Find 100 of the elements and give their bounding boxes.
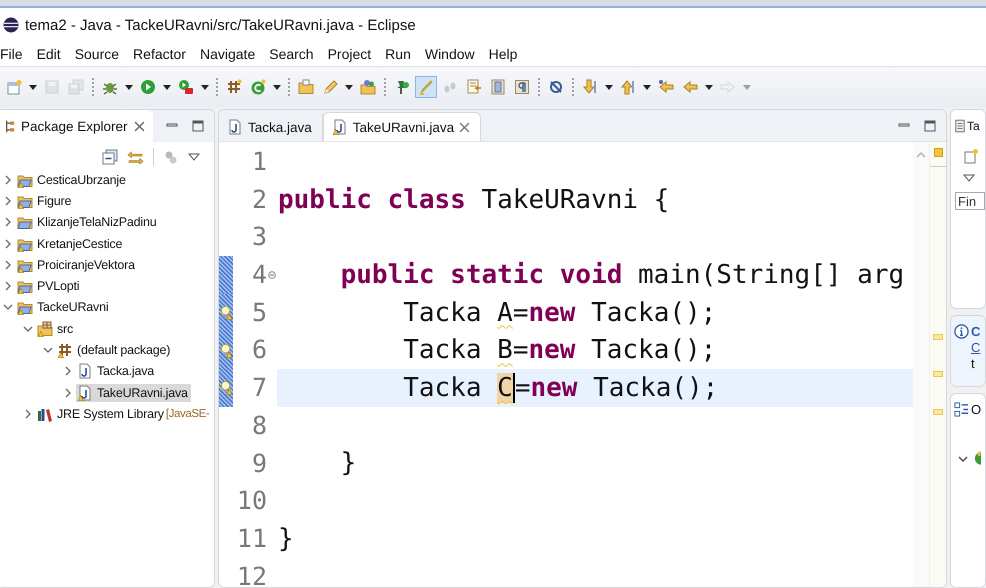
code-text: Tacka();: [590, 335, 716, 366]
line-number: 1: [250, 146, 267, 178]
tree-item[interactable]: TackeURavni: [16, 298, 112, 316]
menu-item[interactable]: Run: [385, 46, 418, 62]
new-task-icon[interactable]: [963, 148, 979, 164]
dropdown-button[interactable]: [342, 84, 356, 90]
dropdown-button[interactable]: [198, 84, 212, 90]
code-keyword: public class: [278, 184, 466, 215]
outline-title[interactable]: O: [971, 402, 982, 417]
maximize-icon[interactable]: [924, 120, 936, 132]
collapse-all-icon[interactable]: [102, 149, 118, 165]
code-text: Tacka();: [592, 372, 718, 403]
menu-item[interactable]: Navigate: [200, 46, 262, 62]
code-text: C: [497, 372, 513, 403]
folder-balls-icon: [360, 79, 376, 95]
menu-item[interactable]: Help: [488, 46, 524, 62]
editor-tab[interactable]: TakeURavni.java: [322, 112, 482, 141]
menu-item[interactable]: Source: [74, 46, 126, 62]
close-icon[interactable]: [134, 120, 145, 132]
tree-item[interactable]: PVLopti: [16, 277, 82, 296]
view-menu-icon[interactable]: [963, 174, 975, 182]
warning-bulb-icon[interactable]: [220, 305, 232, 320]
menu-item[interactable]: File: [0, 46, 30, 62]
new-document-icon: [6, 79, 22, 95]
caret-icon: [643, 84, 651, 90]
chevron-icon[interactable]: [63, 388, 73, 398]
code-text: TakeURavni {: [480, 184, 670, 215]
play-icon: [140, 79, 156, 95]
chevron-icon[interactable]: [3, 281, 13, 292]
chevron-icon[interactable]: [3, 174, 13, 185]
tree-item[interactable]: KretanjeCestice: [16, 234, 126, 253]
menu-item[interactable]: Window: [424, 46, 482, 62]
menu-item[interactable]: Refactor: [133, 46, 193, 62]
chevron-icon[interactable]: [3, 238, 13, 249]
tree-item[interactable]: (default package): [56, 341, 174, 360]
tree-item[interactable]: JRE System Library [JavaSE-: [36, 404, 212, 423]
find-field[interactable]: Fin: [955, 192, 985, 210]
dropdown-button[interactable]: [602, 84, 616, 90]
tree-item[interactable]: KlizanjeTelaNizPadinu: [16, 213, 160, 232]
library-decoration: [JavaSE-: [166, 408, 210, 420]
code-keyword: new: [528, 298, 576, 328]
dropdown-button[interactable]: [702, 84, 716, 90]
line-number: 7: [250, 372, 267, 404]
warning-marker[interactable]: [933, 371, 943, 378]
caret-icon: [29, 84, 37, 90]
maximize-icon[interactable]: [192, 120, 204, 132]
line-number: 12: [236, 560, 267, 587]
tree-item[interactable]: src: [36, 320, 76, 338]
chevron-icon[interactable]: [23, 408, 33, 419]
star-left-arrow-icon: [658, 79, 674, 95]
chevron-icon[interactable]: [3, 217, 13, 228]
link-arrows-icon[interactable]: [127, 148, 144, 166]
chevron-icon[interactable]: [3, 196, 13, 206]
code-text: Tacka: [402, 372, 482, 403]
line-number: 6: [250, 334, 267, 366]
tree-item[interactable]: ProiciranjeVektora: [16, 256, 138, 274]
caret-icon: [273, 84, 281, 90]
fold-icon[interactable]: [268, 270, 276, 279]
chevron-icon[interactable]: [63, 366, 73, 376]
tree-item[interactable]: TakeURavni.java: [76, 384, 191, 402]
text-cursor: [512, 372, 515, 403]
code-text: =: [514, 372, 530, 403]
chevron-icon[interactable]: [23, 324, 33, 334]
chevron-icon[interactable]: [958, 454, 968, 464]
view-tab[interactable]: Ta: [967, 119, 980, 133]
view-tab[interactable]: Package Explorer: [0, 110, 153, 142]
view-tab-label: Package Explorer: [21, 118, 128, 134]
info-text: t: [971, 356, 976, 371]
right-arrow-icon: [720, 79, 736, 95]
editor-tab[interactable]: Tacka.java: [219, 113, 323, 141]
window-title: tema2 - Java - TackeURavni/src/TakeURavni.java - Eclipse: [25, 16, 416, 34]
tree-item[interactable]: Figure: [16, 192, 74, 210]
package-explorer-icon: [5, 118, 15, 134]
menu-item[interactable]: Search: [269, 46, 321, 62]
dropdown-button[interactable]: [26, 84, 40, 90]
menu-item[interactable]: Project: [328, 46, 378, 62]
tree-item[interactable]: Tacka.java: [76, 362, 158, 380]
code-text: =: [512, 335, 528, 366]
code-text: Tacka();: [590, 298, 716, 328]
warning-bulb-icon[interactable]: [220, 342, 232, 358]
chevron-icon[interactable]: [43, 345, 53, 356]
dropdown-button[interactable]: [122, 84, 136, 90]
warning-marker[interactable]: [933, 408, 943, 415]
chevron-icon[interactable]: [3, 260, 13, 270]
info-title: C: [971, 324, 980, 339]
code-keyword: new: [528, 335, 576, 366]
chevron-icon[interactable]: [3, 302, 13, 312]
warning-marker[interactable]: [933, 334, 943, 340]
dropdown-button[interactable]: [160, 84, 174, 90]
dropdown-button[interactable]: [270, 84, 284, 90]
menu-item[interactable]: Edit: [36, 46, 68, 62]
close-icon[interactable]: [459, 122, 470, 132]
tree-item[interactable]: CesticaUbrzanje: [16, 170, 129, 189]
dropdown-button[interactable]: [640, 84, 654, 90]
clipboard-icon: [955, 119, 965, 133]
view-menu-icon[interactable]: [188, 153, 200, 161]
warning-bulb-icon[interactable]: [220, 380, 232, 396]
line-number: 2: [250, 184, 267, 216]
down-arrow-icon: [582, 79, 598, 95]
info-link[interactable]: C: [971, 340, 985, 355]
